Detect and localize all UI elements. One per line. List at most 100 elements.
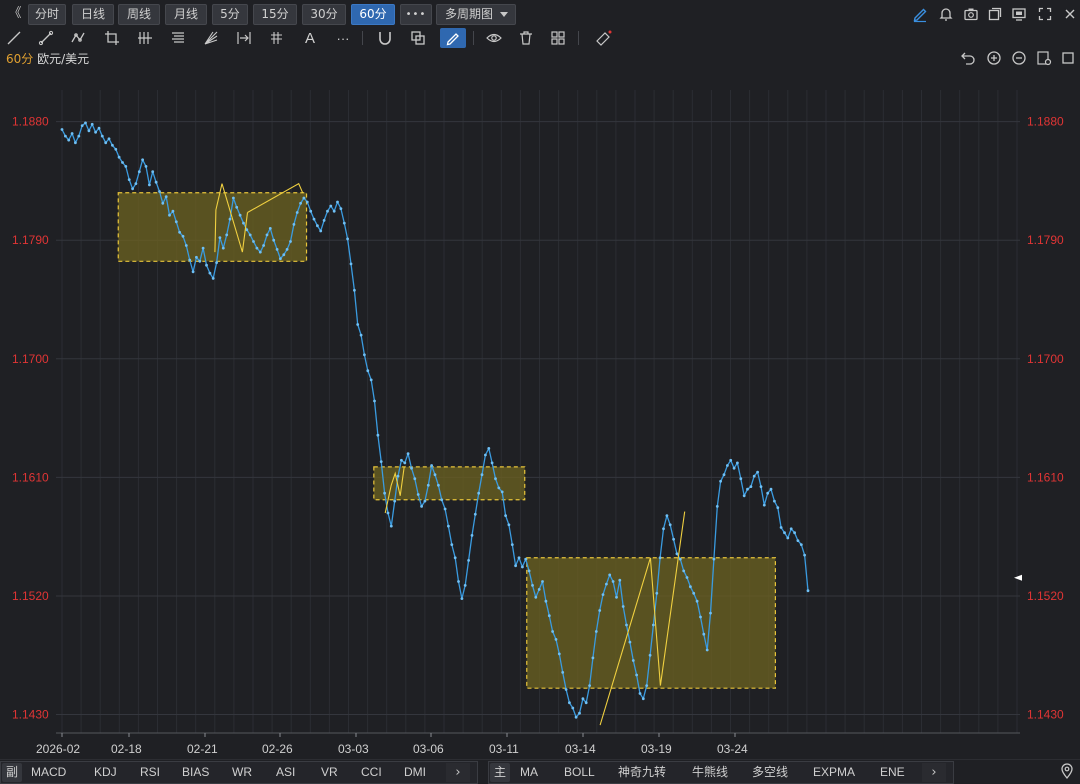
price-level-icon[interactable] [267,28,287,48]
price-point [329,204,333,208]
indicator-dmi[interactable]: DMI [404,764,426,781]
window-copy-icon[interactable] [986,5,1004,23]
consolidation-zones [117,192,776,689]
line-tool-icon[interactable] [4,28,24,48]
more-tools-icon[interactable]: ··· [333,28,353,48]
indicator-macd[interactable]: MACD [31,764,66,781]
price-point [420,505,423,508]
indicator-bias[interactable]: BIAS [182,764,209,781]
period-bar: 《 分时 日线 周线 月线 5分 15分 30分 60分 ••• 多周期图 [0,0,1080,28]
y-tick-label-right: 1.1880 [1027,115,1064,129]
indicator-kdj[interactable]: KDJ [94,764,117,781]
indicator-boll[interactable]: BOLL [564,764,595,781]
price-point [322,219,326,222]
indicator-bull-bear-line[interactable]: 牛熊线 [692,764,728,781]
price-point [64,134,67,138]
period-tab-60min[interactable]: 60分 [351,4,395,25]
monitor-icon[interactable] [1010,5,1028,23]
period-tab-30min[interactable]: 30分 [302,4,346,25]
collapse-panel-button[interactable]: 《 [6,5,24,23]
indicator-td-sequential[interactable]: 神奇九转 [618,764,666,781]
price-point [685,576,689,579]
price-point [208,271,212,275]
fullscreen-icon[interactable] [1036,5,1054,23]
undo-icon[interactable] [960,50,976,66]
price-point [628,640,632,644]
price-point [191,270,195,274]
price-point [359,333,363,337]
period-tab-daily[interactable]: 日线 [72,4,114,25]
indicator-wr[interactable]: WR [232,764,252,781]
measure-range-icon[interactable] [234,28,254,48]
price-point [356,323,360,326]
price-point [396,474,400,478]
edit-icon[interactable] [911,5,929,23]
zoom-in-icon[interactable] [986,50,1002,66]
chart-settings-icon[interactable] [1036,50,1052,66]
magnet-icon[interactable] [375,28,395,48]
period-tab-weekly[interactable]: 周线 [118,4,160,25]
polyline-tool-icon[interactable] [68,28,88,48]
price-chart[interactable]: 1.1880 1.1880 1.1790 1.1790 1.1700 1.1700 1.16… [0,68,1080,758]
multi-period-label: 多周期图 [445,7,494,21]
more-periods-button[interactable]: ••• [400,4,432,25]
sub-indicator-next-button[interactable]: › [446,763,470,782]
pen-tool-icon[interactable] [440,28,466,48]
price-point [588,684,591,687]
camera-icon[interactable] [962,5,980,23]
current-price-marker [1014,574,1022,581]
close-icon[interactable] [1061,5,1079,23]
crop-tool-icon[interactable] [102,28,122,48]
period-tab-15min[interactable]: 15分 [253,4,297,25]
ray-tool-icon[interactable] [36,28,56,48]
gann-fan-icon[interactable] [201,28,221,48]
parallel-channel-icon[interactable] [135,28,155,48]
bell-icon[interactable] [937,5,955,23]
eye-icon[interactable] [484,28,504,48]
price-point [736,461,739,465]
zoom-out-icon[interactable] [1011,50,1027,66]
indicator-ene[interactable]: ENE [880,764,905,781]
price-point [289,240,292,243]
location-pin-icon[interactable] [1058,762,1076,780]
grid-settings-icon[interactable] [548,28,568,48]
indicator-vr[interactable]: VR [321,764,338,781]
price-point [742,494,746,498]
price-point [568,701,571,705]
price-point [470,534,474,537]
period-tab-timeshare[interactable]: 分时 [28,4,66,25]
price-point [534,595,538,599]
price-point [205,263,208,267]
indicator-ma[interactable]: MA [520,764,538,781]
price-point [460,597,464,600]
price-point [490,461,494,465]
main-indicator-next-button[interactable]: › [922,763,946,782]
price-point [389,524,393,528]
indicator-long-short-line[interactable]: 多空线 [752,764,788,781]
indicator-cci[interactable]: CCI [361,764,382,781]
window-restore-icon[interactable] [1060,50,1076,66]
indicator-rsi[interactable]: RSI [140,764,160,781]
price-point [692,591,696,595]
price-point [188,258,192,262]
price-point [719,479,722,483]
layers-icon[interactable] [408,28,428,48]
text-tool-icon[interactable]: A [300,28,320,48]
price-point [702,632,706,636]
symbol-period: 60分 [6,52,34,66]
price-point [262,244,265,247]
price-point [218,236,222,240]
ruler-icon[interactable] [594,28,614,48]
price-point [722,473,726,477]
price-point [426,483,430,487]
price-point [621,605,625,608]
multi-period-chart-dropdown[interactable]: 多周期图 [436,4,516,25]
indicator-asi[interactable]: ASI [276,764,295,781]
period-tab-monthly[interactable]: 月线 [165,4,207,25]
price-point [759,485,763,488]
fibonacci-tool-icon[interactable] [168,28,188,48]
trash-icon[interactable] [516,28,536,48]
indicator-expma[interactable]: EXPMA [813,764,855,781]
period-tab-5min[interactable]: 5分 [212,4,248,25]
price-point [161,201,165,205]
